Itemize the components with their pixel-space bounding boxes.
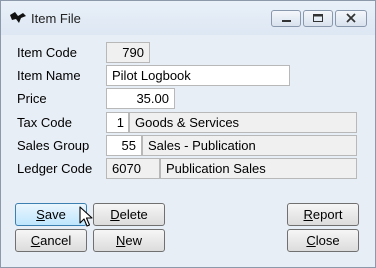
tax-code-description: Goods & Services <box>129 112 357 133</box>
mouse-cursor-icon <box>79 206 93 227</box>
close-window-button[interactable] <box>335 10 367 27</box>
item-name-field[interactable]: Pilot Logbook <box>106 65 290 86</box>
price-label: Price <box>17 91 47 106</box>
item-file-window: Item File <box>0 0 376 268</box>
item-code-label: Item Code <box>17 45 77 60</box>
ledger-code-label: Ledger Code <box>17 161 93 176</box>
ledger-code-description: Publication Sales <box>160 158 357 179</box>
maximize-button[interactable] <box>303 10 333 27</box>
report-button[interactable]: Report <box>287 203 359 226</box>
sales-group-field[interactable]: 55 <box>106 135 142 156</box>
bird-icon <box>10 12 26 23</box>
tax-code-label: Tax Code <box>17 115 72 130</box>
tax-code-field[interactable]: 1 <box>106 112 129 133</box>
sales-group-label: Sales Group <box>17 138 90 153</box>
price-field[interactable]: 35.00 <box>106 88 175 109</box>
minimize-icon <box>282 20 291 22</box>
close-icon <box>346 13 356 23</box>
item-code-field[interactable]: 790 <box>106 42 150 63</box>
maximize-icon <box>313 14 323 22</box>
delete-button[interactable]: Delete <box>93 203 165 226</box>
item-name-label: Item Name <box>17 68 81 83</box>
save-button[interactable]: Save <box>15 203 87 226</box>
close-button[interactable]: Close <box>287 229 359 252</box>
ledger-code-field[interactable]: 6070 <box>106 158 160 179</box>
title-bar[interactable]: Item File <box>1 1 375 35</box>
cancel-button[interactable]: Cancel <box>15 229 87 252</box>
sales-group-description: Sales - Publication <box>142 135 357 156</box>
window-title: Item File <box>31 11 81 26</box>
minimize-button[interactable] <box>271 10 301 27</box>
new-button[interactable]: New <box>93 229 165 252</box>
